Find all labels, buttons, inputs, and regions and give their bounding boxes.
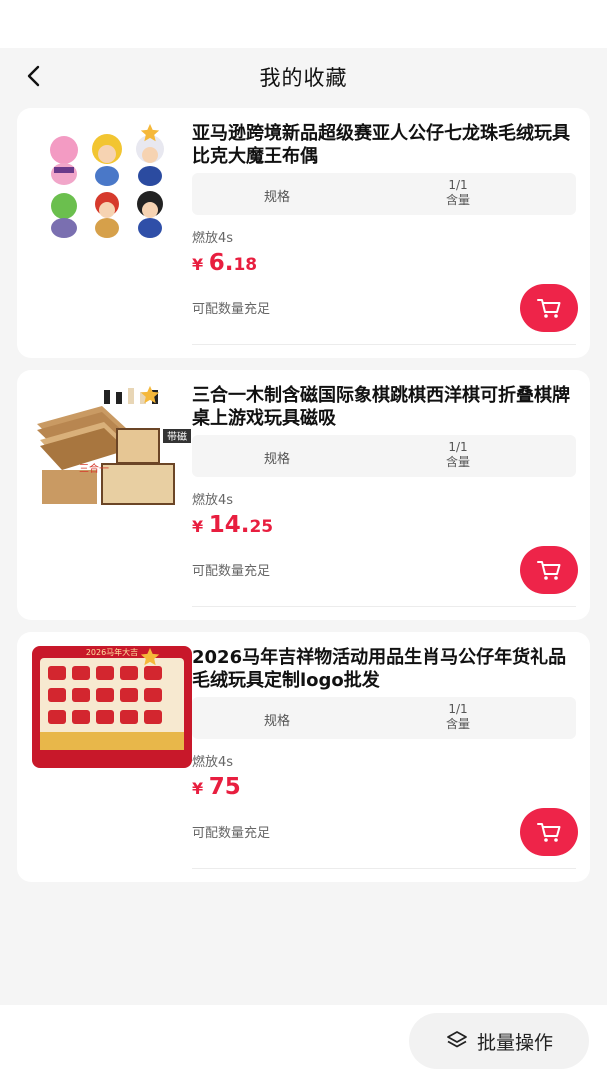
status-bar (0, 0, 607, 48)
star-icon (140, 385, 160, 404)
add-to-cart-button[interactable] (520, 546, 578, 594)
price-integer: 75 (208, 774, 241, 800)
back-button[interactable] (20, 62, 48, 90)
stock-status: 可配数量充足 (192, 564, 271, 579)
image-banner-text: 2026马年大吉 (86, 647, 138, 657)
product-title[interactable]: 三合一木制含磁国际象棋跳棋西洋棋可折叠棋牌桌上游戏玩具磁吸 (192, 384, 576, 430)
product-title[interactable]: 亚马逊跨境新品超级赛亚人公仔七龙珠毛绒玩具比克大魔王布偶 (192, 122, 576, 168)
add-to-cart-button[interactable] (520, 284, 578, 332)
nav-bar: 我的收藏 (0, 48, 607, 106)
spec-value: 1/1 含量 (446, 440, 470, 470)
cart-icon (537, 561, 561, 580)
spec-label: 规格 (264, 452, 291, 467)
product-info: 三合一木制含磁国际象棋跳棋西洋棋可折叠棋牌桌上游戏玩具磁吸 规格 1/1 含量 … (192, 384, 576, 538)
product-card[interactable]: 2026马年大吉 2026马年吉祥物活动用品生肖马公仔年货礼品毛绒玩具定制log… (17, 632, 590, 882)
currency-symbol: ¥ (192, 779, 204, 798)
product-title[interactable]: 2026马年吉祥物活动用品生肖马公仔年货礼品毛绒玩具定制logo批发 (192, 646, 576, 692)
spec-value: 1/1 含量 (446, 702, 470, 732)
product-image[interactable]: 带磁 三合一 (32, 384, 192, 506)
batch-operation-button[interactable]: 批量操作 (409, 1013, 589, 1069)
spec-quantity: 1/1 (448, 440, 468, 454)
product-card[interactable]: 带磁 三合一 三合一木制含磁国际象棋跳棋西洋棋可折叠棋牌桌上游戏玩具磁吸 规格 … (17, 370, 590, 620)
price-decimal: 25 (249, 517, 274, 537)
layers-icon (447, 1031, 467, 1048)
price: ¥ 75 (192, 774, 576, 800)
spec-unit: 含量 (446, 717, 471, 731)
burn-time: 燃放4s (192, 493, 234, 508)
stock-status: 可配数量充足 (192, 302, 271, 317)
burn-time: 燃放4s (192, 755, 234, 770)
divider (192, 344, 576, 345)
spec-label: 规格 (264, 714, 291, 729)
price-integer: 14. (208, 512, 250, 538)
image-label-magnetic: 带磁 (167, 430, 187, 443)
product-card[interactable]: 亚马逊跨境新品超级赛亚人公仔七龙珠毛绒玩具比克大魔王布偶 规格 1/1 含量 燃… (17, 108, 590, 358)
spec-box[interactable]: 规格 1/1 含量 (192, 435, 576, 477)
price: ¥ 14.25 (192, 512, 576, 538)
price-decimal: 18 (233, 255, 258, 275)
divider (192, 606, 576, 607)
product-info: 2026马年吉祥物活动用品生肖马公仔年货礼品毛绒玩具定制logo批发 规格 1/… (192, 646, 576, 800)
currency-symbol: ¥ (192, 517, 204, 536)
star-icon (140, 123, 160, 142)
chevron-left-icon (27, 65, 40, 87)
cart-icon (537, 299, 561, 318)
product-image[interactable] (32, 122, 192, 244)
spec-unit: 含量 (446, 193, 471, 207)
price: ¥ 6.18 (192, 250, 576, 276)
spec-quantity: 1/1 (448, 702, 468, 716)
bottom-bar: 批量操作 (0, 1005, 607, 1080)
batch-operation-label: 批量操作 (476, 1031, 553, 1054)
price-integer: 6. (208, 250, 234, 276)
cart-icon (537, 823, 561, 842)
favorites-list: 亚马逊跨境新品超级赛亚人公仔七龙珠毛绒玩具比克大魔王布偶 规格 1/1 含量 燃… (17, 108, 590, 894)
spec-label: 规格 (264, 190, 291, 205)
divider (192, 868, 576, 869)
product-info: 亚马逊跨境新品超级赛亚人公仔七龙珠毛绒玩具比克大魔王布偶 规格 1/1 含量 燃… (192, 122, 576, 276)
currency-symbol: ¥ (192, 255, 204, 274)
product-image[interactable]: 2026马年大吉 (32, 646, 192, 768)
star-icon (140, 647, 160, 666)
burn-time: 燃放4s (192, 231, 234, 246)
spec-unit: 含量 (446, 455, 471, 469)
image-label-3in1: 三合一 (79, 462, 109, 475)
stock-status: 可配数量充足 (192, 826, 271, 841)
page-title: 我的收藏 (259, 66, 348, 90)
spec-value: 1/1 含量 (446, 178, 470, 208)
spec-quantity: 1/1 (448, 178, 468, 192)
spec-box[interactable]: 规格 1/1 含量 (192, 697, 576, 739)
spec-box[interactable]: 规格 1/1 含量 (192, 173, 576, 215)
add-to-cart-button[interactable] (520, 808, 578, 856)
